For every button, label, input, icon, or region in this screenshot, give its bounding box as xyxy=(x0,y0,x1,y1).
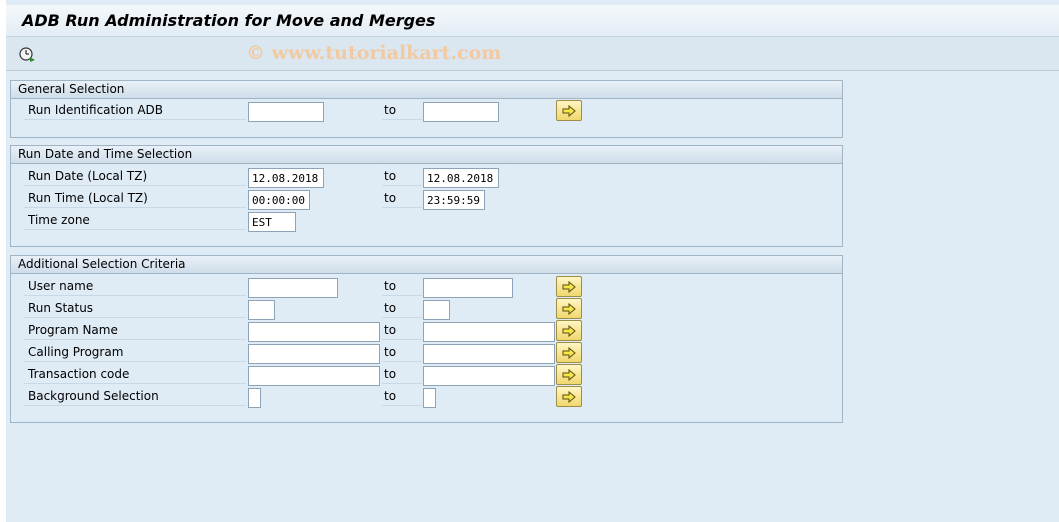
background-selection-label: Background Selection xyxy=(24,388,246,406)
multiple-selection-button[interactable] xyxy=(556,386,582,407)
multiple-selection-button[interactable] xyxy=(556,342,582,363)
multiple-selection-button[interactable] xyxy=(556,100,582,121)
user-name-label: User name xyxy=(24,278,246,296)
run-time-row: Run Time (Local TZ) to xyxy=(11,187,842,210)
background-selection-row: Background Selection to xyxy=(11,385,842,408)
program-name-to-input[interactable] xyxy=(423,322,555,342)
arrow-right-icon xyxy=(562,325,576,337)
to-label: to xyxy=(382,168,422,186)
program-name-from-input[interactable] xyxy=(248,322,380,342)
run-id-to-input[interactable] xyxy=(423,102,499,122)
arrow-right-icon xyxy=(562,347,576,359)
run-status-row: Run Status to xyxy=(11,297,842,320)
title-bar: ADB Run Administration for Move and Merg… xyxy=(6,5,1059,37)
multiple-selection-button[interactable] xyxy=(556,276,582,297)
execute-button[interactable] xyxy=(18,45,36,63)
arrow-right-icon xyxy=(562,281,576,293)
run-time-label: Run Time (Local TZ) xyxy=(24,190,246,208)
to-label: to xyxy=(382,366,422,384)
program-name-row: Program Name to xyxy=(11,319,842,342)
calling-program-to-input[interactable] xyxy=(423,344,555,364)
background-selection-to-input[interactable] xyxy=(423,388,436,408)
run-id-from-input[interactable] xyxy=(248,102,324,122)
to-label: to xyxy=(382,300,422,318)
group-header: Additional Selection Criteria xyxy=(11,256,842,274)
multiple-selection-button[interactable] xyxy=(556,364,582,385)
group-header: Run Date and Time Selection xyxy=(11,146,842,164)
run-date-from-input[interactable] xyxy=(248,168,324,188)
to-label: to xyxy=(382,278,422,296)
user-name-from-input[interactable] xyxy=(248,278,338,298)
run-status-from-input[interactable] xyxy=(248,300,275,320)
multiple-selection-button[interactable] xyxy=(556,320,582,341)
to-label: to xyxy=(382,388,422,406)
user-name-row: User name to xyxy=(11,275,842,298)
run-id-row: Run Identification ADB to xyxy=(11,99,842,122)
arrow-right-icon xyxy=(562,391,576,403)
to-label: to xyxy=(382,102,422,120)
run-status-to-input[interactable] xyxy=(423,300,450,320)
page-title: ADB Run Administration for Move and Merg… xyxy=(22,11,436,30)
watermark-text: © www.tutorialkart.com xyxy=(246,42,502,64)
run-id-label: Run Identification ADB xyxy=(24,102,246,120)
group-header: General Selection xyxy=(11,81,842,99)
transaction-code-from-input[interactable] xyxy=(248,366,380,386)
arrow-right-icon xyxy=(562,105,576,117)
transaction-code-to-input[interactable] xyxy=(423,366,555,386)
transaction-code-label: Transaction code xyxy=(24,366,246,384)
time-zone-label: Time zone xyxy=(24,212,246,230)
run-date-label: Run Date (Local TZ) xyxy=(24,168,246,186)
application-toolbar: © www.tutorialkart.com xyxy=(6,37,1059,71)
clock-execute-icon xyxy=(19,47,35,62)
time-zone-input[interactable] xyxy=(248,212,296,232)
program-name-label: Program Name xyxy=(24,322,246,340)
run-date-to-input[interactable] xyxy=(423,168,499,188)
multiple-selection-button[interactable] xyxy=(556,298,582,319)
run-status-label: Run Status xyxy=(24,300,246,318)
arrow-right-icon xyxy=(562,369,576,381)
calling-program-label: Calling Program xyxy=(24,344,246,362)
transaction-code-row: Transaction code to xyxy=(11,363,842,386)
calling-program-from-input[interactable] xyxy=(248,344,380,364)
to-label: to xyxy=(382,344,422,362)
to-label: to xyxy=(382,190,422,208)
run-date-row: Run Date (Local TZ) to xyxy=(11,165,842,188)
additional-criteria-group: Additional Selection Criteria User name … xyxy=(10,255,843,423)
arrow-right-icon xyxy=(562,303,576,315)
run-time-from-input[interactable] xyxy=(248,190,310,210)
run-time-to-input[interactable] xyxy=(423,190,485,210)
user-name-to-input[interactable] xyxy=(423,278,513,298)
to-label: to xyxy=(382,322,422,340)
time-zone-row: Time zone xyxy=(11,209,842,232)
left-edge xyxy=(0,0,6,522)
general-selection-group: General Selection Run Identification ADB… xyxy=(10,80,843,138)
calling-program-row: Calling Program to xyxy=(11,341,842,364)
date-time-selection-group: Run Date and Time Selection Run Date (Lo… xyxy=(10,145,843,247)
background-selection-from-input[interactable] xyxy=(248,388,261,408)
